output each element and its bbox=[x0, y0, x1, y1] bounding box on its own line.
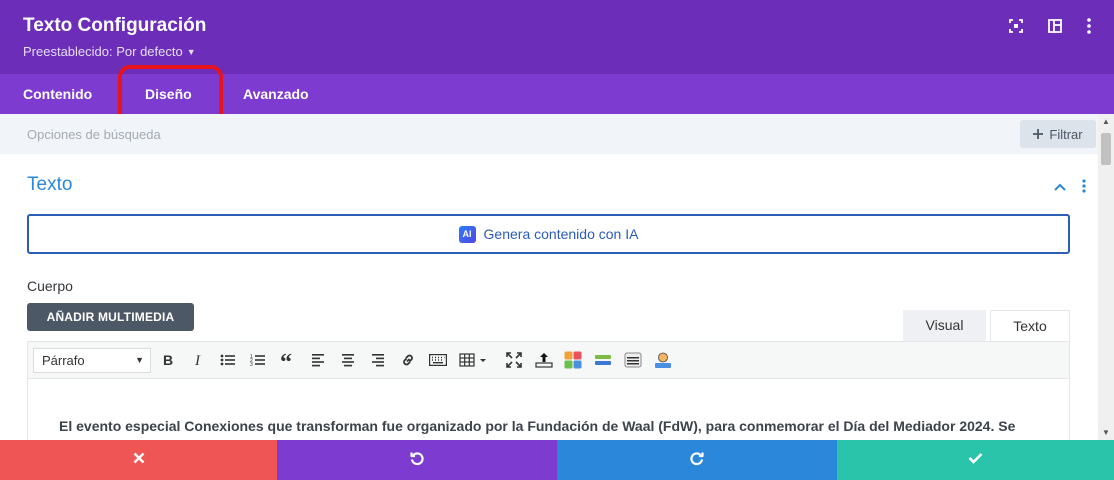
plus-icon bbox=[1033, 127, 1044, 142]
modules-grid-icon[interactable] bbox=[563, 350, 583, 370]
align-center-icon[interactable] bbox=[338, 350, 358, 370]
editor-toolbar: Párrafo ▼ B I 1 2 3 “ bbox=[27, 341, 1070, 379]
undo-icon bbox=[409, 450, 425, 471]
color-bars-icon[interactable] bbox=[593, 350, 613, 370]
sidebar-layout-icon[interactable] bbox=[1046, 17, 1064, 35]
close-icon bbox=[133, 451, 145, 469]
keyboard-icon[interactable] bbox=[428, 350, 448, 370]
preset-selector[interactable]: Preestablecido: Por defecto ▼ bbox=[23, 44, 196, 59]
bold-icon[interactable]: B bbox=[158, 350, 178, 370]
upload-icon[interactable] bbox=[534, 350, 554, 370]
svg-text:B: B bbox=[163, 353, 173, 367]
filter-label: Filtrar bbox=[1049, 126, 1083, 142]
redo-icon bbox=[689, 450, 705, 471]
tab-visual[interactable]: Visual bbox=[903, 310, 986, 341]
link-icon[interactable] bbox=[398, 350, 418, 370]
generate-ai-content-button[interactable]: AI Genera contenido con IA bbox=[27, 214, 1070, 254]
chevron-up-icon[interactable] bbox=[1053, 179, 1067, 197]
filter-button[interactable]: Filtrar bbox=[1020, 120, 1096, 148]
align-right-icon[interactable] bbox=[368, 350, 388, 370]
body-field-label: Cuerpo bbox=[27, 278, 73, 294]
table-icon[interactable] bbox=[458, 350, 490, 370]
save-button[interactable] bbox=[837, 440, 1114, 480]
svg-text:3: 3 bbox=[250, 362, 253, 367]
add-media-button[interactable]: AÑADIR MULTIMEDIA bbox=[27, 303, 194, 331]
ai-icon: AI bbox=[458, 225, 476, 243]
modal-title: Texto Configuración bbox=[23, 15, 207, 36]
redo-button[interactable] bbox=[557, 440, 837, 480]
divider-icon[interactable] bbox=[623, 350, 643, 370]
cancel-button[interactable] bbox=[0, 440, 277, 480]
editor-content-area[interactable]: El evento especial Conexiones que transf… bbox=[27, 379, 1070, 440]
ai-button-label: Genera contenido con IA bbox=[483, 226, 639, 242]
modal-actions bbox=[0, 440, 1114, 480]
tab-text[interactable]: Texto bbox=[990, 310, 1070, 341]
bullet-list-icon[interactable] bbox=[218, 350, 238, 370]
search-bar: Opciones de búsqueda Filtrar bbox=[0, 114, 1098, 154]
fullscreen-icon[interactable] bbox=[504, 350, 524, 370]
svg-text:“: “ bbox=[280, 353, 292, 367]
select-arrow-icon: ▼ bbox=[135, 355, 144, 365]
svg-text:I: I bbox=[194, 353, 201, 367]
section-title[interactable]: Texto bbox=[27, 174, 72, 196]
checkmark-icon bbox=[968, 451, 983, 469]
section-more-icon[interactable] bbox=[1081, 178, 1087, 199]
tab-contenido[interactable]: Contenido bbox=[23, 74, 92, 114]
italic-icon[interactable]: I bbox=[188, 350, 208, 370]
scroll-up-arrow-icon[interactable]: ▲ bbox=[1098, 117, 1114, 126]
editor-paragraph: El evento especial Conexiones que transf… bbox=[59, 418, 1016, 434]
scroll-thumb[interactable] bbox=[1101, 133, 1111, 165]
preset-label: Preestablecido: Por defecto bbox=[23, 44, 183, 59]
modal-header: Texto Configuración Preestablecido: Por … bbox=[0, 0, 1114, 74]
scrollbar[interactable]: ▲ ▼ bbox=[1098, 114, 1114, 440]
format-select-value: Párrafo bbox=[42, 353, 85, 368]
search-input[interactable]: Opciones de búsqueda bbox=[27, 127, 161, 142]
person-icon[interactable] bbox=[653, 350, 673, 370]
undo-button[interactable] bbox=[277, 440, 557, 480]
format-select[interactable]: Párrafo ▼ bbox=[33, 348, 151, 373]
blockquote-icon[interactable]: “ bbox=[278, 350, 298, 370]
expand-icon[interactable] bbox=[1007, 17, 1025, 35]
numbered-list-icon[interactable]: 1 2 3 bbox=[248, 350, 268, 370]
align-left-icon[interactable] bbox=[308, 350, 328, 370]
caret-down-icon: ▼ bbox=[186, 47, 196, 57]
tab-avanzado[interactable]: Avanzado bbox=[243, 74, 309, 114]
scroll-down-arrow-icon[interactable]: ▼ bbox=[1098, 428, 1114, 437]
more-vertical-icon[interactable] bbox=[1080, 17, 1098, 35]
